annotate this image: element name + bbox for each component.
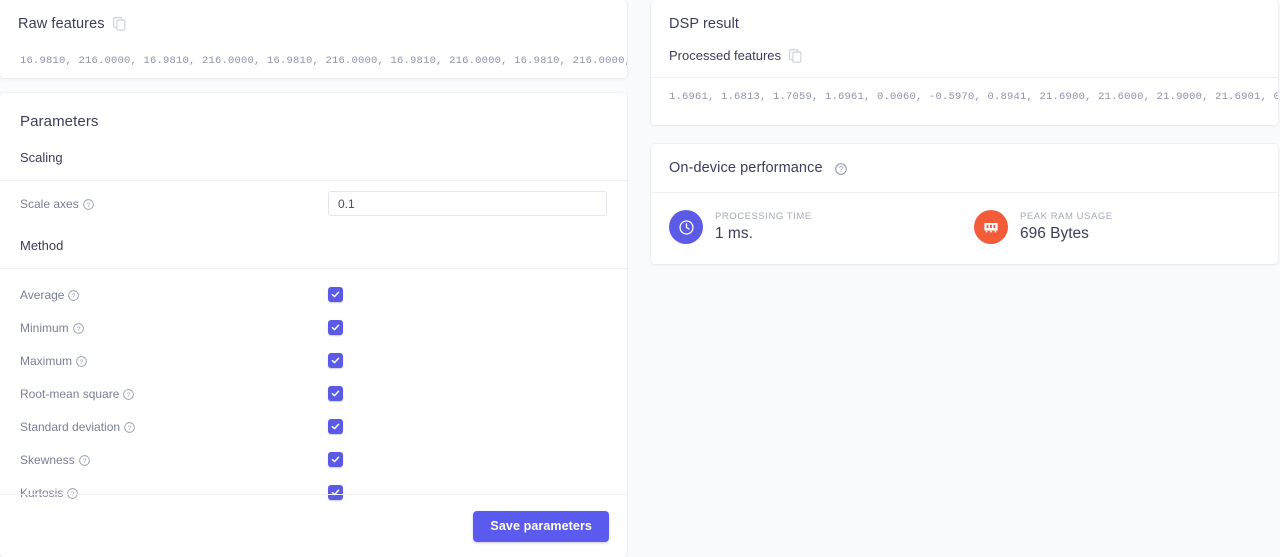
method-label-wrap-minimum: Minimum ? bbox=[20, 321, 328, 335]
method-checkbox-average[interactable] bbox=[328, 287, 343, 302]
processed-features-label: Processed features bbox=[669, 48, 782, 63]
parameters-card: Parameters Scaling Scale axes ? 0.1 Meth… bbox=[0, 93, 627, 557]
metric-peak-ram-usage: PEAK RAM USAGE 696 Bytes bbox=[974, 210, 1113, 244]
raw-features-header: Raw features bbox=[0, 0, 627, 44]
clock-icon bbox=[669, 210, 703, 244]
method-row-skewness: Skewness ? bbox=[0, 443, 627, 476]
save-parameters-button[interactable]: Save parameters bbox=[473, 510, 609, 542]
svg-text:?: ? bbox=[76, 326, 80, 333]
method-row-root-mean-square: Root-mean square ? bbox=[0, 377, 627, 410]
help-circle-icon[interactable]: ? bbox=[834, 163, 847, 175]
scale-axes-row: Scale axes ? bbox=[0, 181, 627, 226]
method-label-average: Average bbox=[20, 287, 65, 302]
help-circle-icon[interactable]: ? bbox=[78, 455, 90, 466]
method-label-skewness: Skewness bbox=[20, 452, 75, 467]
scale-axes-label-wrap: Scale axes ? bbox=[20, 197, 328, 211]
method-label-wrap-standard-deviation: Standard deviation ? bbox=[20, 420, 328, 434]
method-section: Method Average ? Minimum ? Maximum ? Roo… bbox=[0, 238, 627, 509]
method-row-maximum: Maximum ? bbox=[0, 344, 627, 377]
method-label-maximum: Maximum bbox=[20, 353, 73, 368]
svg-text:?: ? bbox=[86, 202, 90, 209]
method-label-standard-deviation: Standard deviation bbox=[20, 419, 121, 434]
scaling-section: Scaling Scale axes ? bbox=[0, 150, 627, 226]
metric-processing-time: PROCESSING TIME 1 ms. bbox=[669, 210, 974, 244]
method-label-wrap-maximum: Maximum ? bbox=[20, 354, 328, 368]
svg-text:?: ? bbox=[128, 425, 132, 432]
dsp-result-title: DSP result bbox=[669, 16, 740, 32]
method-checkbox-standard-deviation[interactable] bbox=[328, 419, 343, 434]
svg-text:?: ? bbox=[838, 165, 843, 174]
processing-time-text: PROCESSING TIME 1 ms. bbox=[715, 211, 812, 243]
help-circle-icon[interactable]: ? bbox=[68, 290, 80, 301]
method-row-average: Average ? bbox=[0, 278, 627, 311]
method-checkbox-root-mean-square[interactable] bbox=[328, 386, 343, 401]
performance-header: On-device performance ? bbox=[651, 144, 1278, 192]
method-divider bbox=[0, 268, 627, 269]
peak-ram-usage-text: PEAK RAM USAGE 696 Bytes bbox=[1020, 211, 1113, 243]
copy-icon[interactable] bbox=[789, 48, 802, 63]
dsp-configuration-page: Raw features 16.9810, 216.0000, 16.9810,… bbox=[0, 0, 1280, 557]
parameters-header: Parameters bbox=[0, 93, 627, 148]
svg-text:?: ? bbox=[80, 359, 84, 366]
help-circle-icon[interactable]: ? bbox=[76, 356, 87, 367]
method-row-standard-deviation: Standard deviation ? bbox=[0, 410, 627, 443]
method-row-minimum: Minimum ? bbox=[0, 311, 627, 344]
raw-features-values: 16.9810, 216.0000, 16.9810, 216.0000, 16… bbox=[20, 55, 627, 67]
parameters-footer: Save parameters bbox=[0, 494, 627, 557]
scaling-section-label: Scaling bbox=[20, 150, 63, 165]
method-checkbox-maximum[interactable] bbox=[328, 353, 343, 368]
method-label-wrap-skewness: Skewness ? bbox=[20, 453, 328, 467]
method-label-wrap-root-mean-square: Root-mean square ? bbox=[20, 387, 328, 401]
method-label-minimum: Minimum bbox=[20, 320, 69, 335]
performance-metrics: PROCESSING TIME 1 ms. PEAK RAM USAGE 696… bbox=[651, 193, 1278, 244]
copy-icon[interactable] bbox=[112, 17, 126, 31]
scale-axes-label: Scale axes bbox=[20, 196, 79, 211]
method-section-label: Method bbox=[20, 238, 64, 253]
processed-features-header: Processed features bbox=[651, 48, 1278, 63]
help-circle-icon[interactable]: ? bbox=[82, 199, 94, 210]
help-circle-icon[interactable]: ? bbox=[123, 389, 135, 400]
method-label-wrap-average: Average ? bbox=[20, 288, 328, 302]
help-circle-icon[interactable]: ? bbox=[72, 323, 84, 334]
raw-features-title: Raw features bbox=[18, 16, 105, 32]
processed-divider bbox=[651, 77, 1278, 78]
svg-text:?: ? bbox=[72, 293, 76, 300]
dsp-result-card: DSP result Processed features 1.6961, 1.… bbox=[651, 0, 1278, 125]
method-checkbox-skewness[interactable] bbox=[328, 452, 343, 467]
scale-axes-input[interactable] bbox=[328, 191, 607, 216]
dsp-result-header: DSP result bbox=[651, 0, 1278, 46]
ram-chip-icon bbox=[974, 210, 1008, 244]
processing-time-value: 1 ms. bbox=[715, 225, 753, 242]
method-checkbox-minimum[interactable] bbox=[328, 320, 343, 335]
svg-text:?: ? bbox=[82, 458, 86, 465]
processed-features-values: 1.6961, 1.6813, 1.7059, 1.6961, 0.0060, … bbox=[669, 91, 1278, 103]
method-label-root-mean-square: Root-mean square bbox=[20, 386, 120, 401]
processing-time-caption: PROCESSING TIME bbox=[715, 211, 812, 222]
help-circle-icon[interactable]: ? bbox=[124, 422, 135, 433]
performance-title: On-device performance bbox=[669, 160, 823, 176]
raw-features-card: Raw features 16.9810, 216.0000, 16.9810,… bbox=[0, 0, 627, 78]
svg-text:?: ? bbox=[127, 392, 131, 399]
peak-ram-usage-value: 696 Bytes bbox=[1020, 225, 1089, 242]
on-device-performance-card: On-device performance ? PROCESSING TIME bbox=[651, 144, 1278, 264]
peak-ram-usage-caption: PEAK RAM USAGE bbox=[1020, 211, 1113, 222]
parameters-title: Parameters bbox=[20, 113, 99, 130]
